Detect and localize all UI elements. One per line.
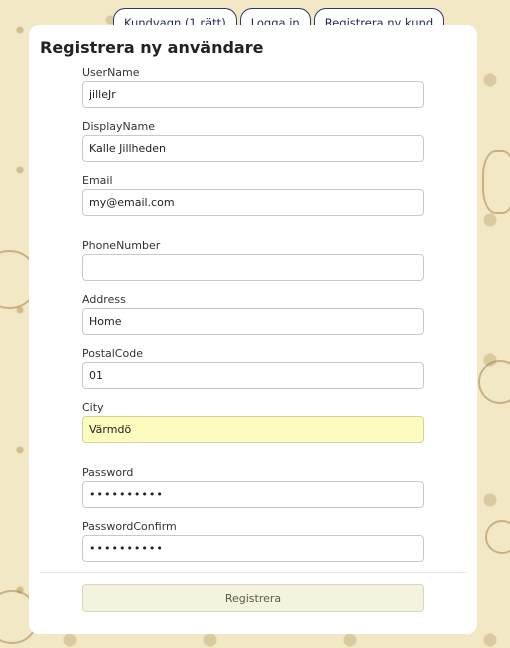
background-doodle bbox=[482, 150, 510, 214]
postalcode-label: PostalCode bbox=[82, 347, 143, 360]
password-field-group: Password bbox=[82, 466, 424, 508]
phonenumber-label: PhoneNumber bbox=[82, 239, 161, 252]
displayname-field-group: DisplayName bbox=[82, 120, 424, 162]
email-label: Email bbox=[82, 174, 113, 187]
address-field-group: Address bbox=[82, 293, 424, 335]
username-field-group: UserName bbox=[82, 66, 424, 108]
background-doodle bbox=[485, 520, 510, 554]
password-label: Password bbox=[82, 466, 134, 479]
passwordconfirm-input[interactable] bbox=[82, 535, 424, 562]
background-doodle bbox=[478, 360, 510, 404]
passwordconfirm-label: PasswordConfirm bbox=[82, 520, 177, 533]
page-title: Registrera ny användare bbox=[40, 38, 264, 57]
username-label: UserName bbox=[82, 66, 140, 79]
city-input[interactable] bbox=[82, 416, 424, 443]
passwordconfirm-field-group: PasswordConfirm bbox=[82, 520, 424, 562]
city-field-group: City bbox=[82, 401, 424, 443]
register-button[interactable]: Registrera bbox=[82, 584, 424, 612]
city-label: City bbox=[82, 401, 104, 414]
username-input[interactable] bbox=[82, 81, 424, 108]
phonenumber-input[interactable] bbox=[82, 254, 424, 281]
password-input[interactable] bbox=[82, 481, 424, 508]
address-label: Address bbox=[82, 293, 126, 306]
address-input[interactable] bbox=[82, 308, 424, 335]
form-divider bbox=[40, 572, 466, 573]
postalcode-field-group: PostalCode bbox=[82, 347, 424, 389]
postalcode-input[interactable] bbox=[82, 362, 424, 389]
email-field-group: Email bbox=[82, 174, 424, 216]
email-input[interactable] bbox=[82, 189, 424, 216]
register-form-card: Registrera ny användare UserName Display… bbox=[29, 25, 477, 634]
displayname-label: DisplayName bbox=[82, 120, 155, 133]
phonenumber-field-group: PhoneNumber bbox=[82, 239, 424, 281]
displayname-input[interactable] bbox=[82, 135, 424, 162]
